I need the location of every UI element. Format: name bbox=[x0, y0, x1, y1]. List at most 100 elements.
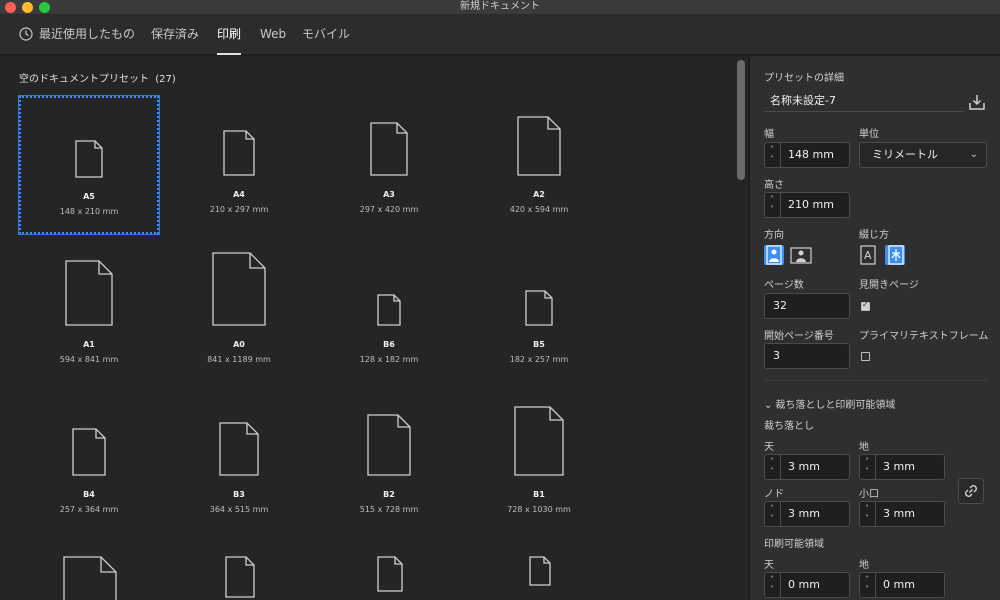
preset-card-b5[interactable]: B5 182 x 257 mm bbox=[469, 246, 609, 384]
landscape-icon bbox=[790, 247, 812, 264]
preset-name: A1 bbox=[83, 340, 95, 349]
chevron-down-icon: ⌄ bbox=[764, 400, 773, 411]
preset-name: A3 bbox=[383, 190, 395, 199]
bleed-top-label: 天 bbox=[764, 442, 774, 453]
link-icon bbox=[965, 485, 977, 497]
width-value: 148 mm bbox=[788, 148, 834, 161]
unit-label: 単位 bbox=[859, 129, 879, 140]
portrait-icon bbox=[766, 245, 782, 265]
divider bbox=[764, 380, 989, 381]
preset-size: 128 x 182 mm bbox=[359, 355, 419, 364]
tab-print[interactable]: 印刷 bbox=[217, 15, 242, 55]
stepper-arrows[interactable]: ˄ ˅ bbox=[860, 455, 876, 479]
link-values-button[interactable] bbox=[958, 478, 984, 504]
stepper-arrows[interactable]: ˄ ˅ bbox=[765, 455, 781, 479]
slug-label: 印刷可能領域 bbox=[764, 539, 824, 550]
facing-pages-label: 見開きページ bbox=[859, 280, 919, 291]
save-preset-button[interactable] bbox=[967, 92, 987, 112]
right-to-left-binding-button[interactable] bbox=[885, 245, 905, 265]
chevron-down-icon[interactable]: ˅ bbox=[768, 515, 776, 523]
stepper-arrows[interactable]: ˄ ˅ bbox=[860, 573, 876, 597]
document-icon bbox=[65, 260, 113, 326]
preset-name: B1 bbox=[533, 490, 545, 499]
width-stepper[interactable]: ˄ ˅ 148 mm bbox=[764, 142, 850, 168]
document-icon bbox=[370, 122, 408, 176]
preset-card-b6[interactable]: B6 128 x 182 mm bbox=[319, 246, 459, 384]
stepper-arrows[interactable]: ˄ ˅ bbox=[765, 573, 781, 597]
tab-web[interactable]: Web bbox=[260, 15, 286, 55]
start-page-input[interactable]: 3 bbox=[764, 343, 850, 369]
chevron-up-icon[interactable]: ˄ bbox=[863, 505, 871, 513]
tab-mobile[interactable]: モバイル bbox=[302, 15, 350, 55]
slug-bottom-stepper[interactable]: ˄ ˅ 0 mm bbox=[859, 572, 945, 598]
preset-card-a5[interactable]: A5 148 x 210 mm bbox=[18, 95, 160, 235]
unit-dropdown[interactable]: ミリメートル ⌄ bbox=[859, 142, 987, 168]
tab-label: Web bbox=[260, 27, 287, 41]
height-stepper[interactable]: ˄ ˅ 210 mm bbox=[764, 192, 850, 218]
preset-size: 841 x 1189 mm bbox=[207, 355, 271, 364]
chevron-down-icon[interactable]: ˅ bbox=[863, 468, 871, 476]
stepper-arrows[interactable]: ˄ ˅ bbox=[765, 143, 781, 167]
preset-name: B5 bbox=[533, 340, 545, 349]
slug-top-stepper[interactable]: ˄ ˅ 0 mm bbox=[764, 572, 850, 598]
bleed-inside-stepper[interactable]: ˄ ˅ 3 mm bbox=[764, 501, 850, 527]
chevron-up-icon[interactable]: ˄ bbox=[863, 458, 871, 466]
preset-size: 297 x 420 mm bbox=[359, 205, 419, 214]
stepper-arrows[interactable]: ˄ ˅ bbox=[765, 502, 781, 526]
chevron-down-icon[interactable]: ˅ bbox=[863, 586, 871, 594]
preset-card-a0[interactable]: A0 841 x 1189 mm bbox=[169, 246, 309, 384]
preset-card-b1[interactable]: B1 728 x 1030 mm bbox=[469, 396, 609, 534]
preset-card-b4[interactable]: B4 257 x 364 mm bbox=[19, 396, 159, 534]
bleed-outside-stepper[interactable]: ˄ ˅ 3 mm bbox=[859, 501, 945, 527]
preset-name: B6 bbox=[383, 340, 395, 349]
bleed-top-stepper[interactable]: ˄ ˅ 3 mm bbox=[764, 454, 850, 480]
bleed-bottom-stepper[interactable]: ˄ ˅ 3 mm bbox=[859, 454, 945, 480]
chevron-down-icon[interactable]: ˅ bbox=[768, 206, 776, 214]
chevron-down-icon: ⌄ bbox=[969, 149, 978, 160]
chevron-up-icon[interactable]: ˄ bbox=[863, 576, 871, 584]
document-icon bbox=[529, 556, 551, 586]
chevron-up-icon[interactable]: ˄ bbox=[768, 146, 776, 154]
document-icon bbox=[75, 140, 103, 178]
pages-input[interactable]: 32 bbox=[764, 293, 850, 319]
preset-card-a4[interactable]: A4 210 x 297 mm bbox=[169, 96, 309, 234]
tab-recent[interactable]: 最近使用したもの bbox=[19, 15, 135, 55]
preset-card-a2[interactable]: A2 420 x 594 mm bbox=[469, 96, 609, 234]
presets-title: 空のドキュメントプリセット bbox=[19, 74, 149, 85]
chevron-up-icon[interactable]: ˄ bbox=[768, 458, 776, 466]
preset-card-b3[interactable]: B3 364 x 515 mm bbox=[169, 396, 309, 534]
scrollbar-thumb[interactable] bbox=[737, 60, 745, 180]
preset-size: 210 x 297 mm bbox=[209, 205, 269, 214]
preset-name: B3 bbox=[233, 490, 245, 499]
chevron-down-icon[interactable]: ˅ bbox=[768, 156, 776, 164]
landscape-orientation-button[interactable] bbox=[790, 245, 812, 265]
bleed-slug-expander[interactable]: ⌄ 裁ち落としと印刷可能領域 bbox=[764, 396, 895, 411]
chevron-down-icon[interactable]: ˅ bbox=[768, 586, 776, 594]
orientation-label: 方向 bbox=[764, 230, 784, 241]
chevron-down-icon[interactable]: ˅ bbox=[768, 468, 776, 476]
document-icon bbox=[72, 428, 106, 476]
tab-label: 最近使用したもの bbox=[39, 27, 136, 41]
preset-name: B4 bbox=[83, 490, 95, 499]
chevron-up-icon[interactable]: ˄ bbox=[768, 576, 776, 584]
preset-card-b2[interactable]: B2 515 x 728 mm bbox=[319, 396, 459, 534]
tab-label: モバイル bbox=[302, 27, 351, 41]
tab-label: 印刷 bbox=[217, 27, 242, 41]
preset-name: A4 bbox=[233, 190, 245, 199]
tab-saved[interactable]: 保存済み bbox=[151, 15, 199, 55]
portrait-orientation-button[interactable] bbox=[764, 245, 784, 265]
preset-card-a1[interactable]: A1 594 x 841 mm bbox=[19, 246, 159, 384]
facing-pages-checkbox[interactable] bbox=[861, 300, 870, 311]
chevron-up-icon[interactable]: ˄ bbox=[768, 196, 776, 204]
tab-label: 保存済み bbox=[151, 27, 200, 41]
stepper-arrows[interactable]: ˄ ˅ bbox=[860, 502, 876, 526]
preset-card-a3[interactable]: A3 297 x 420 mm bbox=[319, 96, 459, 234]
left-to-right-binding-button[interactable]: A bbox=[859, 245, 879, 265]
document-name-field[interactable]: 名称未設定-7 bbox=[764, 90, 964, 112]
chevron-up-icon[interactable]: ˄ bbox=[768, 505, 776, 513]
chevron-down-icon[interactable]: ˅ bbox=[863, 515, 871, 523]
primary-text-frame-checkbox[interactable] bbox=[861, 352, 870, 361]
pages-label: ページ数 bbox=[764, 280, 804, 291]
slug-top-value: 0 mm bbox=[788, 578, 820, 591]
stepper-arrows[interactable]: ˄ ˅ bbox=[765, 193, 781, 217]
